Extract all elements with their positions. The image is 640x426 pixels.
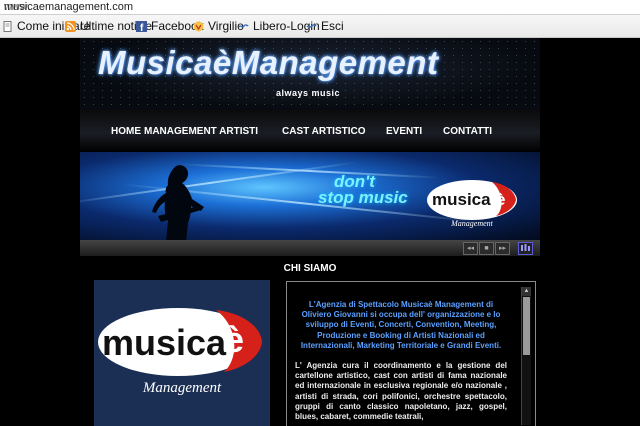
- brand-logo-panel: musica è Management: [94, 280, 270, 426]
- main-nav: HOME MANAGEMENT ARTISTI CAST ARTISTICO E…: [80, 110, 540, 152]
- site-container: MusicaèManagement always music HOME MANA…: [80, 38, 540, 426]
- slogan-line-2: stop music: [318, 188, 408, 207]
- facebook-icon: f: [136, 20, 147, 34]
- brand-logo-large: musica è Management: [98, 308, 262, 396]
- nav-management-artisti[interactable]: MANAGEMENT ARTISTI: [144, 126, 258, 137]
- libero-icon: [306, 21, 317, 32]
- banner-brand-logo: musica è Management: [427, 180, 517, 228]
- stop-slide-button[interactable]: ■: [479, 242, 494, 255]
- virgilio-icon: [193, 21, 204, 32]
- nav-home[interactable]: HOME: [111, 126, 141, 137]
- web-page: MusicaèManagement always music HOME MANA…: [0, 38, 640, 426]
- bookmarks-bar: Come iniziare Ultime notizie f Facebook …: [0, 15, 640, 38]
- big-logo-sub: Management: [142, 380, 222, 396]
- section-title: CHI SIAMO: [283, 263, 337, 274]
- bookmark-esci[interactable]: Esci: [306, 19, 344, 33]
- about-intro: L'Agenzia di Spettacolo Musicaè Manageme…: [300, 300, 502, 350]
- about-body: L' Agenzia cura il coordinamento e la ge…: [295, 361, 507, 422]
- prev-slide-button[interactable]: ◂◂: [463, 242, 478, 255]
- bookmark-virgilio[interactable]: Virgilio: [193, 19, 244, 33]
- ban-logo-accent: è: [496, 190, 505, 209]
- big-logo-accent: è: [224, 319, 244, 360]
- scrollbar-thumb[interactable]: [523, 297, 530, 355]
- about-text-panel[interactable]: L'Agenzia di Spettacolo Musicaè Manageme…: [286, 281, 536, 426]
- bookmark-label: Esci: [321, 19, 344, 33]
- site-logo[interactable]: MusicaèManagement: [98, 44, 438, 82]
- page-icon: [2, 20, 13, 32]
- ban-logo-sub: Management: [450, 219, 494, 228]
- grid-view-icon[interactable]: [518, 242, 533, 255]
- ban-logo-word: musica: [432, 190, 491, 209]
- banner-slogan: don't stop music: [318, 173, 408, 207]
- about-scrollbar[interactable]: ▲: [521, 287, 531, 425]
- site-header: MusicaèManagement always music: [80, 38, 540, 110]
- nav-contatti[interactable]: CONTATTI: [443, 126, 492, 137]
- site-tagline: always music: [276, 88, 341, 98]
- libero-icon: [238, 21, 249, 32]
- scroll-up-arrow-icon[interactable]: ▲: [522, 287, 531, 296]
- rss-icon: [65, 20, 76, 32]
- slider-control-bar: ◂◂ ■ ▸▸: [80, 240, 540, 256]
- hero-banner: don't stop music musica è Management: [80, 152, 540, 240]
- nav-cast-artistico[interactable]: CAST ARTISTICO: [282, 126, 366, 137]
- next-slide-button[interactable]: ▸▸: [495, 242, 510, 255]
- nav-eventi[interactable]: EVENTI: [386, 126, 422, 137]
- address-bar[interactable]: www. musicaemanagement.com: [0, 0, 640, 15]
- guitarist-silhouette: [152, 165, 204, 240]
- big-logo-word: musica: [102, 322, 227, 363]
